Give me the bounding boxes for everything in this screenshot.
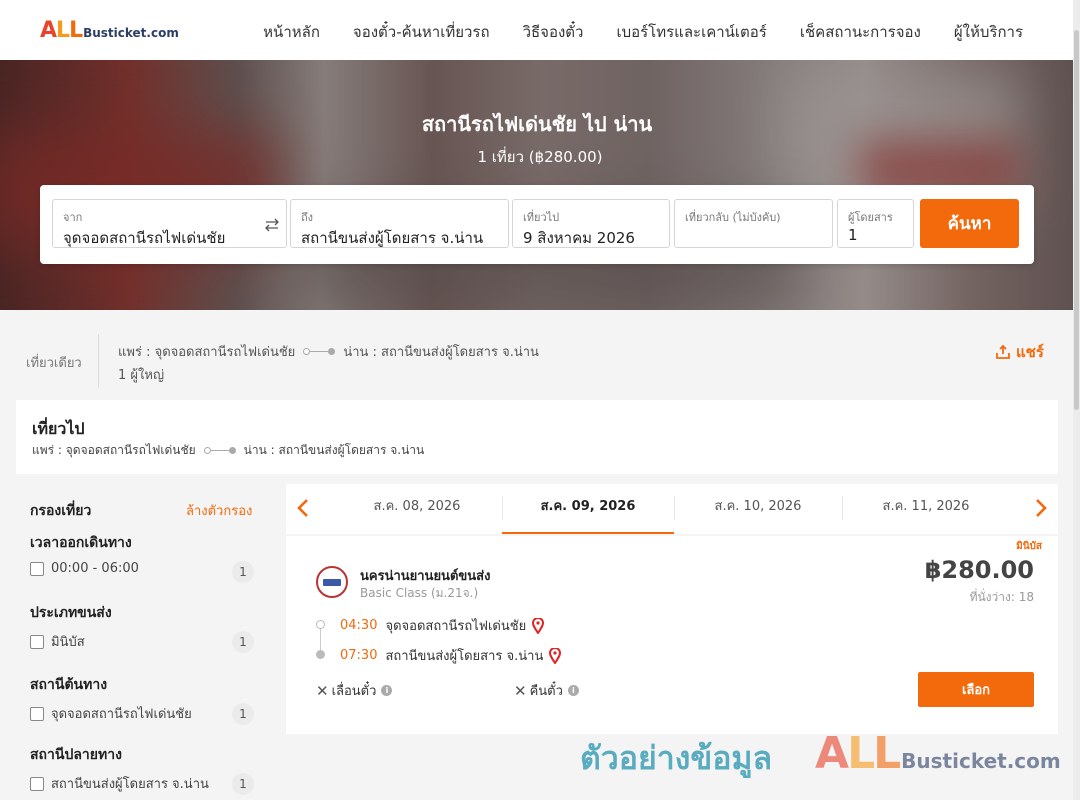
- to-field[interactable]: ถึง สถานีขนส่งผู้โดยสาร จ.น่าน: [290, 199, 509, 248]
- chevron-left-icon[interactable]: [294, 497, 314, 519]
- nav-operators[interactable]: ผู้ให้บริการ: [954, 20, 1023, 44]
- top-header: ALL Busticket.com หน้าหลัก จองตั๋ว-ค้นหา…: [0, 0, 1080, 60]
- nav-home[interactable]: หน้าหลัก: [263, 20, 320, 44]
- trip-type: เที่ยวเดียว: [26, 356, 82, 371]
- filter-heading-type: ประเภทขนส่ง: [30, 605, 112, 621]
- route-line: [303, 348, 336, 355]
- trip-route: แพร่ : จุดจอดสถานีรถไฟเด่นชัย น่าน : สถา…: [118, 341, 539, 362]
- date-tab-active[interactable]: ส.ค. 09, 2026: [502, 484, 674, 534]
- search-button[interactable]: ค้นหา: [920, 199, 1019, 248]
- count-badge: 1: [232, 631, 254, 653]
- arrive-dot: [316, 650, 325, 659]
- trip-passengers: 1 ผู้ใหญ่: [118, 368, 165, 383]
- share-icon: [996, 344, 1010, 359]
- depart-stop: 04:30 จุดจอดสถานีรถไฟเด่นชัย: [340, 615, 545, 636]
- nav-contacts[interactable]: เบอร์โทรและเคาน์เตอร์: [616, 20, 766, 44]
- watermark-text: ตัวอย่างข้อมูล: [580, 739, 773, 777]
- policy-change[interactable]: ✕ เลื่อนตั๋ว i: [316, 680, 393, 701]
- count-badge: 1: [232, 561, 254, 583]
- swap-icon[interactable]: [263, 216, 281, 234]
- outbound-card: เที่ยวไป แพร่ : จุดจอดสถานีรถไฟเด่นชัย น…: [16, 400, 1058, 474]
- outbound-route: แพร่ : จุดจอดสถานีรถไฟเด่นชัย น่าน : สถา…: [32, 443, 425, 457]
- trip-result-card: มินิบัส นครน่านยานยนต์ขนส่ง Basic Class …: [286, 536, 1058, 734]
- date-selector: ส.ค. 08, 2026 ส.ค. 09, 2026 ส.ค. 10, 202…: [286, 484, 1058, 534]
- count-badge: 1: [232, 773, 254, 795]
- arrive-stop: 07:30 สถานีขนส่งผู้โดยสาร จ.น่าน: [340, 645, 562, 666]
- info-icon[interactable]: i: [567, 685, 579, 696]
- divider: [98, 334, 99, 388]
- watermark-logo: ALL Busticket.com: [815, 728, 1061, 779]
- trip-origin: แพร่ : จุดจอดสถานีรถไฟเด่นชัย: [118, 345, 296, 360]
- checkbox[interactable]: [30, 776, 44, 791]
- route-line: [203, 447, 236, 454]
- map-pin-icon[interactable]: [549, 647, 562, 664]
- hero-subtitle: 1 เที่ยว (฿280.00): [477, 148, 603, 166]
- close-icon: ✕: [316, 681, 329, 700]
- service-class: Basic Class (ม.21จ.): [360, 586, 479, 600]
- info-icon[interactable]: i: [381, 685, 393, 696]
- filter-option-destination[interactable]: สถานีขนส่งผู้โดยสาร จ.น่าน: [30, 773, 209, 794]
- filter-option-time[interactable]: 00:00 - 06:00: [30, 561, 139, 576]
- filter-heading-time: เวลาออกเดินทาง: [30, 535, 132, 551]
- nav-check-status[interactable]: เช็คสถานะการจอง: [800, 20, 921, 44]
- passenger-field[interactable]: ผู้โดยสาร 1: [837, 199, 914, 248]
- price: ฿280.00: [924, 556, 1034, 584]
- from-field[interactable]: จาก จุดจอดสถานีรถไฟเด่นชัย: [52, 199, 287, 248]
- nav-how-to-book[interactable]: วิธีจองตั๋ว: [523, 20, 584, 44]
- scrollbar-thumb[interactable]: [1074, 30, 1079, 410]
- filter-heading-origin: สถานีต้นทาง: [30, 677, 108, 693]
- seats-available: ที่นั่งว่าง: 18: [969, 590, 1034, 604]
- operator-name: นครน่านยานยนต์ขนส่ง: [360, 569, 491, 584]
- trip-destination: น่าน : สถานีขนส่งผู้โดยสาร จ.น่าน: [343, 345, 539, 360]
- depart-dot: [316, 620, 325, 629]
- chevron-right-icon[interactable]: [1030, 497, 1050, 519]
- outbound-title: เที่ยวไป: [32, 419, 85, 438]
- share-button[interactable]: แชร์: [995, 340, 1044, 364]
- checkbox[interactable]: [30, 706, 44, 721]
- main-nav: หน้าหลัก จองตั๋ว-ค้นหาเที่ยวรถ วิธีจองตั…: [230, 20, 1023, 44]
- site-logo[interactable]: ALL Busticket.com: [40, 18, 179, 44]
- operator-logo: [316, 566, 348, 598]
- count-badge: 1: [232, 703, 254, 725]
- hero-title: สถานีรถไฟเด่นชัย ไป น่าน: [421, 112, 653, 136]
- depart-date-field[interactable]: เที่ยวไป 9 สิงหาคม 2026: [512, 199, 670, 248]
- select-trip-button[interactable]: เลือก: [918, 672, 1034, 707]
- return-date-field[interactable]: เที่ยวกลับ (ไม่บังคับ): [674, 199, 833, 248]
- clear-filter-link[interactable]: ล้างตัวกรอง: [186, 500, 252, 521]
- vehicle-type: มินิบัส: [1016, 541, 1042, 552]
- close-icon: ✕: [514, 681, 527, 700]
- checkbox[interactable]: [30, 634, 44, 649]
- filter-title: กรองเที่ยว: [30, 503, 92, 519]
- map-pin-icon[interactable]: [532, 617, 545, 634]
- filter-heading-destination: สถานีปลายทาง: [30, 747, 122, 763]
- date-tab-2[interactable]: ส.ค. 10, 2026: [674, 484, 842, 534]
- date-tab-3[interactable]: ส.ค. 11, 2026: [842, 484, 1010, 534]
- filter-option-origin[interactable]: จุดจอดสถานีรถไฟเด่นชัย: [30, 703, 192, 724]
- nav-booking[interactable]: จองตั๋ว-ค้นหาเที่ยวรถ: [353, 20, 490, 44]
- filter-panel: กรองเที่ยว ล้างตัวกรอง เวลาออกเดินทาง 00…: [16, 484, 274, 800]
- checkbox[interactable]: [30, 561, 44, 576]
- policy-refund[interactable]: ✕ คืนตั๋ว i: [514, 680, 579, 701]
- search-form: จาก จุดจอดสถานีรถไฟเด่นชัย ถึง สถานีขนส่…: [40, 185, 1034, 264]
- date-tab-0[interactable]: ส.ค. 08, 2026: [332, 484, 502, 534]
- filter-option-type[interactable]: มินิบัส: [30, 631, 85, 652]
